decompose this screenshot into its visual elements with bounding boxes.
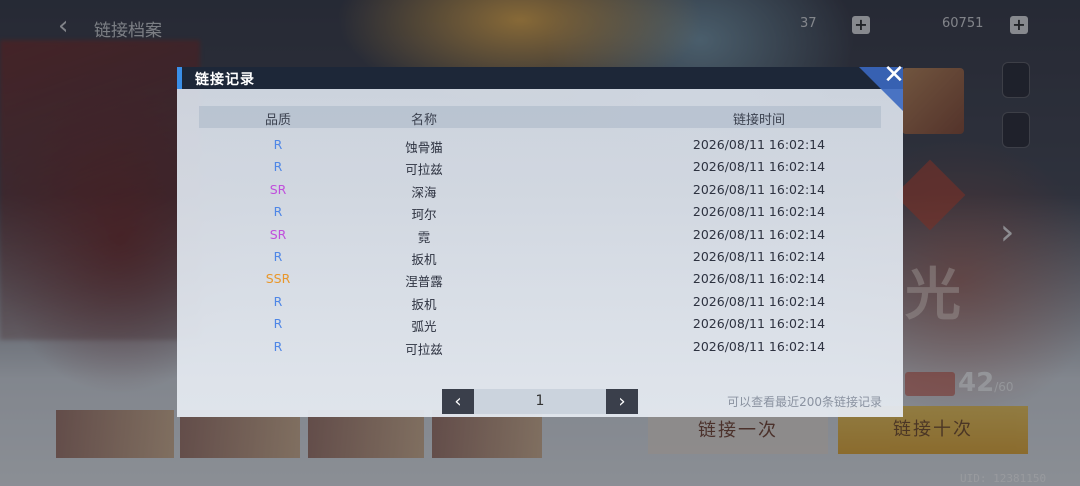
table-row: R 珂尔 2026/08/11 16:02:14 <box>199 201 881 223</box>
pagination: ‹ 1 › <box>442 389 638 414</box>
column-name: 名称 <box>410 113 437 128</box>
time-cell: 2026/08/11 16:02:14 <box>692 159 826 175</box>
time-cell: 2026/08/11 16:02:14 <box>692 316 826 332</box>
chevron-right-icon[interactable]: › <box>606 389 638 414</box>
quality-cell: R <box>273 137 283 152</box>
column-quality: 品质 <box>264 113 291 128</box>
table-row: R 可拉兹 2026/08/11 16:02:14 <box>199 336 881 358</box>
table-header: 品质 名称 链接时间 <box>199 106 881 128</box>
quality-cell: R <box>273 204 283 220</box>
name-cell: 蚀骨猫 <box>405 140 443 155</box>
header-accent <box>177 67 182 89</box>
dialog-body: 品质 名称 链接时间 R 蚀骨猫 2026/08/11 16:02:14 R 可拉兹 20… <box>177 89 903 417</box>
dialog-header: 链接记录 <box>177 67 903 89</box>
page-number: 1 <box>474 389 606 414</box>
name-cell: 霓 <box>417 229 431 245</box>
time-cell: 2026/08/11 16:02:14 <box>692 338 826 354</box>
name-cell: 可拉兹 <box>405 341 443 357</box>
close-icon[interactable]: ✕ <box>880 61 908 89</box>
table-row: R 扳机 2026/08/11 16:02:14 <box>199 246 881 268</box>
pull-history-dialog: 链接记录 品质 名称 链接时间 R 蚀骨猫 2026/08/11 16:02:14 R… <box>177 61 905 417</box>
name-cell: 涅普露 <box>405 274 443 290</box>
quality-cell: R <box>273 316 283 332</box>
time-cell: 2026/08/11 16:02:14 <box>692 271 826 287</box>
quality-cell: SSR <box>265 271 291 287</box>
name-cell: 弧光 <box>411 319 437 335</box>
time-cell: 2026/08/11 16:02:14 <box>692 249 826 264</box>
table-row: R 蚀骨猫 2026/08/11 16:02:14 <box>199 134 881 156</box>
table-row: R 可拉兹 2026/08/11 16:02:14 <box>199 156 881 178</box>
name-cell: 扳机 <box>411 252 437 267</box>
column-time: 链接时间 <box>732 113 785 128</box>
quality-cell: SR <box>269 181 287 197</box>
quality-cell: R <box>273 249 283 264</box>
name-cell: 珂尔 <box>411 207 437 223</box>
table-row: R 扳机 2026/08/11 16:02:14 <box>199 291 881 313</box>
table-row: SR 深海 2026/08/11 16:02:14 <box>199 179 881 201</box>
quality-cell: R <box>273 159 283 175</box>
table-row: SR 霓 2026/08/11 16:02:14 <box>199 224 881 246</box>
quality-cell: R <box>273 338 283 354</box>
quality-cell: R <box>273 293 283 309</box>
name-cell: 扳机 <box>411 296 437 312</box>
time-cell: 2026/08/11 16:02:14 <box>692 226 826 242</box>
time-cell: 2026/08/11 16:02:14 <box>692 181 826 197</box>
table-row: SSR 涅普露 2026/08/11 16:02:14 <box>199 268 881 290</box>
name-cell: 深海 <box>411 184 437 200</box>
name-cell: 可拉兹 <box>405 162 443 178</box>
history-note: 可以查看最近200条链接记录 <box>727 395 882 409</box>
chevron-left-icon[interactable]: ‹ <box>442 389 474 414</box>
time-cell: 2026/08/11 16:02:14 <box>692 293 826 309</box>
dialog-title: 链接记录 <box>195 72 255 88</box>
quality-cell: SR <box>269 226 287 242</box>
time-cell: 2026/08/11 16:02:14 <box>692 204 826 220</box>
time-cell: 2026/08/11 16:02:14 <box>692 137 826 152</box>
table-row: R 弧光 2026/08/11 16:02:14 <box>199 313 881 335</box>
